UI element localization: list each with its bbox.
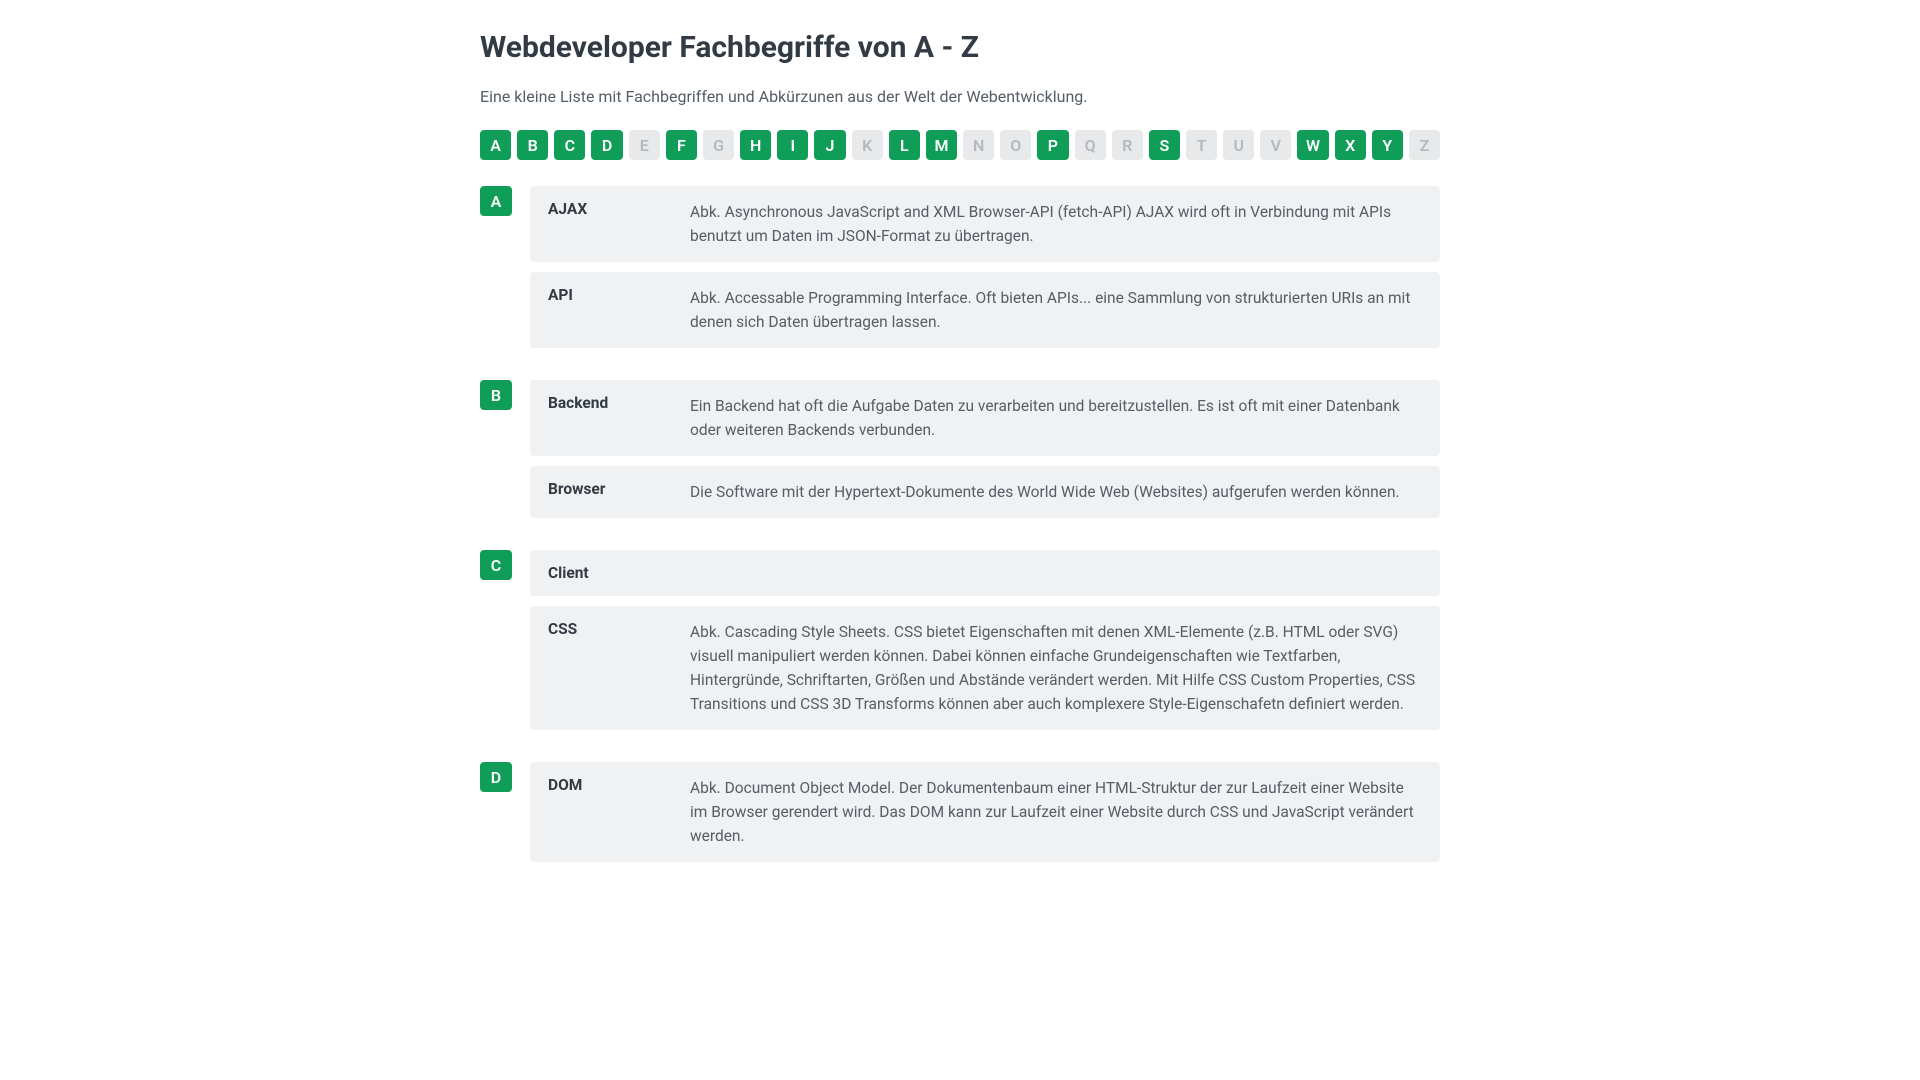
entries: Client CSS Abk. Cascading Style Sheets. CS… [530, 550, 1440, 740]
letter-nav-a[interactable]: A [480, 130, 511, 160]
letter-nav-s[interactable]: S [1149, 130, 1180, 160]
letter-nav-b[interactable]: B [517, 130, 548, 160]
letter-nav-c[interactable]: C [554, 130, 585, 160]
entries: DOM Abk. Document Object Model. Der Dokum… [530, 762, 1440, 872]
page-title: Webdeveloper Fachbegriffe von A - Z [480, 30, 1440, 65]
letter-nav-o: O [1000, 130, 1031, 160]
entries: Backend Ein Backend hat oft die Aufgabe D… [530, 380, 1440, 528]
letter-nav-y[interactable]: Y [1372, 130, 1403, 160]
page-intro: Eine kleine Liste mit Fachbegriffen und … [480, 87, 1440, 106]
letter-nav-l[interactable]: L [889, 130, 920, 160]
section-letter-badge: A [480, 186, 512, 216]
term: CSS [548, 620, 670, 638]
definition: Abk. Document Object Model. Der Dokument… [690, 776, 1422, 848]
term: DOM [548, 776, 670, 794]
glossary-entry: Browser Die Software mit der Hypertext-Do… [530, 466, 1440, 518]
letter-nav-t: T [1186, 130, 1217, 160]
definition: Ein Backend hat oft die Aufgabe Daten zu… [690, 394, 1422, 442]
letter-nav-m[interactable]: M [926, 130, 957, 160]
glossary-entry: API Abk. Accessable Programming Interface… [530, 272, 1440, 348]
definition: Abk. Accessable Programming Interface. O… [690, 286, 1422, 334]
definition: Abk. Cascading Style Sheets. CSS bietet … [690, 620, 1422, 716]
section-letter-badge: C [480, 550, 512, 580]
definition: Abk. Asynchronous JavaScript and XML Bro… [690, 200, 1422, 248]
letter-nav-q: Q [1075, 130, 1106, 160]
section-letter-badge: B [480, 380, 512, 410]
letter-nav-g: G [703, 130, 734, 160]
section-letter-badge: D [480, 762, 512, 792]
term: Browser [548, 480, 670, 498]
term: Client [548, 564, 670, 582]
glossary-section-c: C Client CSS Abk. Cascading Style Sheets. C… [480, 550, 1440, 740]
glossary-entry: DOM Abk. Document Object Model. Der Dokum… [530, 762, 1440, 862]
letter-nav-u: U [1223, 130, 1254, 160]
definition: Die Software mit der Hypertext-Dokumente… [690, 480, 1422, 504]
letter-nav-r: R [1112, 130, 1143, 160]
entries: AJAX Abk. Asynchronous JavaScript and XML… [530, 186, 1440, 358]
letter-nav-e: E [629, 130, 660, 160]
letter-nav-i[interactable]: I [777, 130, 808, 160]
letter-nav: ABCDEFGHIJKLMNOPQRSTUVWXYZ [480, 130, 1440, 160]
letter-nav-n: N [963, 130, 994, 160]
glossary-section-a: A AJAX Abk. Asynchronous JavaScript and XM… [480, 186, 1440, 358]
letter-nav-f[interactable]: F [666, 130, 697, 160]
letter-nav-j[interactable]: J [814, 130, 845, 160]
term: Backend [548, 394, 670, 412]
glossary-entry: CSS Abk. Cascading Style Sheets. CSS biet… [530, 606, 1440, 730]
letter-nav-x[interactable]: X [1335, 130, 1366, 160]
glossary-entry: AJAX Abk. Asynchronous JavaScript and XML… [530, 186, 1440, 262]
glossary-entry: Client [530, 550, 1440, 596]
letter-nav-p[interactable]: P [1037, 130, 1068, 160]
glossary-section-d: D DOM Abk. Document Object Model. Der Doku… [480, 762, 1440, 872]
letter-nav-d[interactable]: D [591, 130, 622, 160]
letter-nav-z: Z [1409, 130, 1440, 160]
letter-nav-w[interactable]: W [1297, 130, 1328, 160]
glossary-section-b: B Backend Ein Backend hat oft die Aufgabe … [480, 380, 1440, 528]
letter-nav-h[interactable]: H [740, 130, 771, 160]
letter-nav-v: V [1260, 130, 1291, 160]
glossary-entry: Backend Ein Backend hat oft die Aufgabe D… [530, 380, 1440, 456]
term: AJAX [548, 200, 670, 218]
term: API [548, 286, 670, 304]
letter-nav-k: K [852, 130, 883, 160]
